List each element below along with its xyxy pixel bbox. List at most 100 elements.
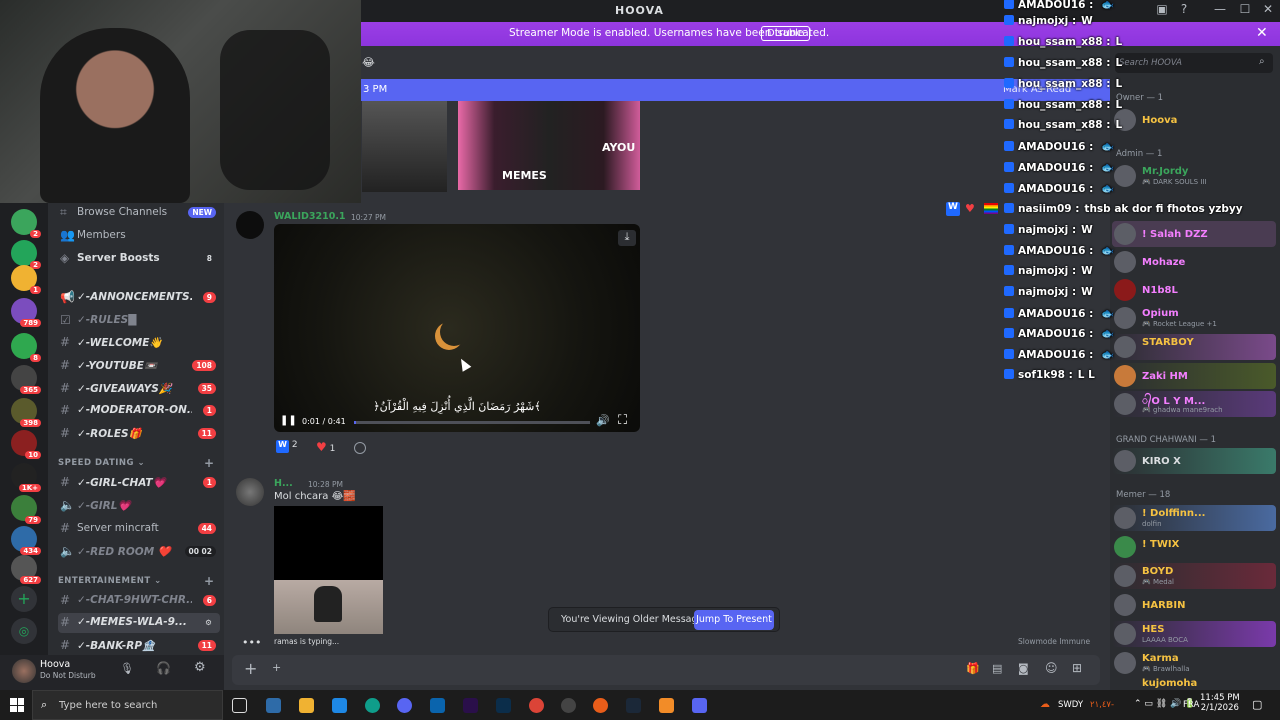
file-explorer-icon[interactable] — [299, 698, 314, 713]
server-icon[interactable]: 789 — [11, 298, 41, 327]
microphone-icon[interactable]: 🎙 — [120, 662, 134, 675]
avatar[interactable] — [236, 478, 264, 506]
taskbar-search[interactable]: ⌕ Type here to search — [32, 690, 223, 720]
member-row[interactable]: Karma 🎮 Brawlhalla — [1112, 650, 1276, 676]
meme-image[interactable]: AYOU MEMES — [458, 101, 640, 190]
store-icon[interactable] — [266, 698, 281, 713]
image-attachment[interactable] — [274, 506, 383, 634]
server-icon[interactable]: 79 — [11, 495, 41, 524]
channel-chat-9hwt[interactable]: # ✓-CHAT-9HWT-CHR... 6 — [58, 591, 220, 611]
add-reaction-icon[interactable] — [354, 442, 366, 454]
channel-moderator[interactable]: # ✓-MODERATOR-ON... 1 — [58, 401, 220, 421]
member-row[interactable]: ! TWIX — [1112, 534, 1276, 560]
close-icon[interactable]: ✕ — [1256, 25, 1268, 41]
image-attachment[interactable] — [362, 101, 447, 192]
member-row[interactable]: ᭄O L Y M... 🎮 ghadwa mane9rach — [1112, 391, 1276, 417]
reaction-w[interactable]: W 2 — [276, 440, 298, 458]
category-entertainment[interactable]: ENTERTAINEMENT ⌄ + — [58, 574, 214, 588]
gift-icon[interactable]: 🎁 — [966, 662, 980, 675]
avatar[interactable] — [12, 659, 36, 683]
server-icon[interactable]: 1 — [11, 265, 41, 294]
chrome-icon[interactable] — [529, 698, 544, 713]
app-icon[interactable] — [659, 698, 674, 713]
close-window-button[interactable]: ✕ — [1258, 2, 1278, 20]
notifications-icon[interactable]: ▢ — [1252, 698, 1262, 711]
channel-welcome[interactable]: # ✓-WELCOME👋 — [58, 333, 220, 353]
discord-icon[interactable] — [397, 698, 412, 713]
headphones-icon[interactable]: 🎧 — [156, 661, 171, 675]
browse-channels[interactable]: ⌗ Browse Channels NEW — [58, 203, 220, 223]
member-row[interactable]: ! Dolffinn... dolfin — [1112, 505, 1276, 531]
emoji-picker-icon[interactable]: ☺ — [1045, 661, 1058, 675]
fullscreen-icon[interactable]: ⛶ — [618, 413, 627, 428]
windows-store-icon[interactable] — [332, 698, 347, 713]
task-view-icon[interactable] — [232, 698, 247, 713]
video-player[interactable]: ﴿شَهْرُ رَمَضَانَ الَّذِي أُنْزِلَ فِيهِ… — [274, 224, 640, 432]
apps-icon[interactable]: ⊞ — [1072, 661, 1082, 675]
server-icon[interactable]: 398 — [11, 398, 41, 427]
add-channel-icon[interactable]: + — [204, 574, 215, 588]
video-progress-bar[interactable] — [354, 421, 590, 424]
server-icon[interactable]: 8 — [11, 333, 41, 362]
edge-icon[interactable] — [365, 698, 380, 713]
member-row[interactable]: HARBIN — [1112, 592, 1276, 618]
clock[interactable]: 11:45 PM 2/1/2026 — [1200, 693, 1240, 713]
steam-icon[interactable] — [626, 698, 641, 713]
server-icon[interactable]: 627 — [11, 555, 41, 584]
reaction-heart[interactable]: ♥ 1 — [316, 440, 335, 458]
member-row[interactable]: HES LAAAA BOCA — [1112, 621, 1276, 647]
windows-start-icon[interactable] — [10, 698, 24, 712]
gif-icon[interactable]: ▤ — [992, 662, 1002, 675]
server-icon[interactable]: 2 — [11, 240, 41, 269]
server-icon[interactable]: 365 — [11, 365, 41, 394]
channel-youtube[interactable]: # ✓-YOUTUBE📼 108 — [58, 356, 220, 376]
volume-icon[interactable]: 🔊 — [596, 414, 610, 427]
weather-label[interactable]: SWDY — [1058, 700, 1083, 710]
server-icon[interactable]: 434 — [11, 526, 41, 555]
channel-roles[interactable]: # ✓-ROLES🎁 11 — [58, 424, 220, 444]
download-icon[interactable]: ⤓ — [618, 230, 636, 246]
jump-to-present-button[interactable]: Jump To Present — [694, 610, 774, 630]
member-row[interactable]: BOYD 🎮 Medal — [1112, 563, 1276, 589]
message-composer[interactable]: + + 🎁 ▤ ◙ ☺ ⊞ — [232, 655, 1100, 685]
member-row[interactable]: kujomoha — [1112, 678, 1276, 690]
channel-memes[interactable]: # ✓-MEMES-WLA-9... ⚙ — [58, 613, 220, 633]
disable-button[interactable]: Disable — [761, 26, 811, 41]
pause-icon[interactable]: ❚❚ — [280, 415, 297, 426]
channel-red-room[interactable]: 🔈 ✓-RED ROOM ❤️ 00 02 — [58, 542, 220, 562]
server-icon[interactable]: 10 — [11, 430, 41, 459]
discord-app-icon[interactable] — [692, 698, 707, 713]
message-author[interactable]: H... — [274, 478, 293, 489]
member-row[interactable]: KIRO X — [1112, 448, 1276, 474]
photoshop-icon[interactable] — [496, 698, 511, 713]
premiere-icon[interactable] — [463, 698, 478, 713]
server-icon[interactable]: 1K+ — [11, 463, 41, 492]
settings-icon[interactable]: ⚙ — [201, 617, 216, 628]
channel-giveaways[interactable]: # ✓-GIVEAWAYS🎉 35 — [58, 379, 220, 399]
typing-indicator: ramas is typing... — [274, 637, 340, 646]
message-time: 10:28 PM — [308, 480, 343, 489]
server-icon[interactable]: 2 — [11, 209, 41, 238]
channel-announcements[interactable]: 📢 ✓-ANNONCEMENTS... 9 — [58, 288, 220, 308]
channel-bank-rp[interactable]: # ✓-BANK-RP🏦 11 — [58, 636, 220, 656]
avatar[interactable] — [236, 211, 264, 239]
plus-icon[interactable]: + — [272, 661, 281, 674]
add-attachment-icon[interactable]: + — [244, 659, 257, 678]
members-link[interactable]: 👥 Members — [58, 226, 220, 246]
user-settings-icon[interactable]: ⚙ — [194, 660, 206, 675]
add-server-icon[interactable]: + — [11, 586, 37, 612]
language-indicator[interactable]: FRA — [1183, 700, 1199, 710]
channel-rules[interactable]: ☑ ✓-RULES█ — [58, 311, 220, 331]
discover-icon[interactable]: ◎ — [11, 618, 37, 644]
message-author[interactable]: WALID3210.1 — [274, 211, 346, 222]
channel-girl-voice[interactable]: 🔈 ✓-GIRL💗 — [58, 496, 220, 516]
server-boosts[interactable]: ◈ Server Boosts 8 — [58, 249, 220, 269]
outlook-icon[interactable] — [430, 698, 445, 713]
category-speed-dating[interactable]: SPEED DATING ⌄ + — [58, 456, 214, 470]
sticker-icon[interactable]: ◙ — [1018, 662, 1029, 675]
add-channel-icon[interactable]: + — [204, 456, 215, 470]
app-icon[interactable] — [593, 698, 608, 713]
channel-girl-chat[interactable]: # ✓-GIRL-CHAT💗 1 — [58, 473, 220, 493]
obs-icon[interactable] — [561, 698, 576, 713]
channel-minecraft[interactable]: # Server mincraft 44 — [58, 519, 220, 539]
